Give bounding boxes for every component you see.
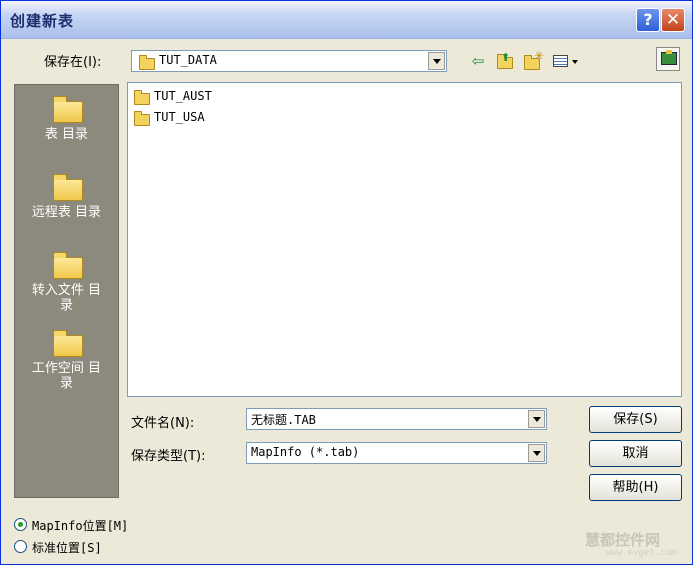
place-label: 工作空间 目: [31, 361, 102, 376]
chevron-down-icon[interactable]: [528, 410, 545, 428]
desktop-icon[interactable]: [656, 47, 680, 71]
radio-standard-label: 标准位置[S]: [32, 541, 102, 555]
view-menu-icon[interactable]: [551, 51, 583, 71]
radio-mapinfo-label: MapInfo位置[M]: [32, 519, 129, 533]
new-folder-icon[interactable]: ✳: [522, 49, 544, 71]
save-in-value: TUT_DATA: [159, 53, 217, 67]
folder-icon: [53, 174, 83, 201]
save-in-dropdown[interactable]: TUT_DATA: [131, 50, 447, 72]
chevron-down-icon[interactable]: [428, 52, 445, 70]
radio-mapinfo-location[interactable]: [14, 518, 27, 531]
place-label: 远程表 目录: [31, 205, 102, 220]
place-label-cont: 录: [59, 298, 73, 313]
folder-icon: [53, 96, 83, 123]
places-bar: 表 目录 远程表 目录 转入文件 目 录 工作空间 目 录: [14, 84, 119, 498]
save-button[interactable]: 保存(S): [589, 406, 682, 433]
folder-icon: [53, 330, 83, 357]
file-list[interactable]: TUT_AUST TUT_USA: [127, 82, 682, 397]
cancel-button[interactable]: 取消: [589, 440, 682, 467]
place-label-cont: 录: [59, 376, 73, 391]
title-bar[interactable]: 创建新表 ? ✕: [1, 1, 692, 39]
radio-standard-location[interactable]: [14, 540, 27, 553]
folder-icon: [53, 252, 83, 279]
folder-icon: [134, 90, 150, 105]
back-icon[interactable]: ⇦: [467, 51, 489, 71]
help-title-button[interactable]: ?: [636, 8, 660, 32]
place-label: 转入文件 目: [31, 283, 102, 298]
close-button[interactable]: ✕: [661, 8, 685, 32]
filename-value: 无标题.TAB: [251, 413, 316, 427]
filetype-dropdown[interactable]: MapInfo (*.tab): [246, 442, 547, 464]
file-name: TUT_USA: [154, 110, 205, 124]
watermark: 慧都控件网: [585, 531, 661, 549]
watermark-url: www.evget.com: [606, 548, 677, 558]
create-new-table-dialog: 创建新表 ? ✕ 保存在(I): TUT_DATA ⇦ ⬆ ✳ 表 目录 远程表…: [0, 0, 693, 565]
help-button[interactable]: 帮助(H): [589, 474, 682, 501]
dialog-title: 创建新表: [10, 12, 75, 30]
filetype-label: 保存类型(T):: [131, 449, 206, 464]
filetype-value: MapInfo (*.tab): [251, 445, 360, 459]
save-in-label: 保存在(I):: [44, 55, 102, 70]
up-folder-icon[interactable]: ⬆: [494, 51, 516, 71]
place-label: 表 目录: [44, 127, 89, 142]
folder-icon: [139, 55, 155, 70]
folder-icon: [134, 111, 150, 126]
filename-label: 文件名(N):: [131, 416, 195, 431]
filename-input[interactable]: 无标题.TAB: [246, 408, 547, 430]
chevron-down-icon[interactable]: [528, 444, 545, 462]
file-name: TUT_AUST: [154, 89, 212, 103]
